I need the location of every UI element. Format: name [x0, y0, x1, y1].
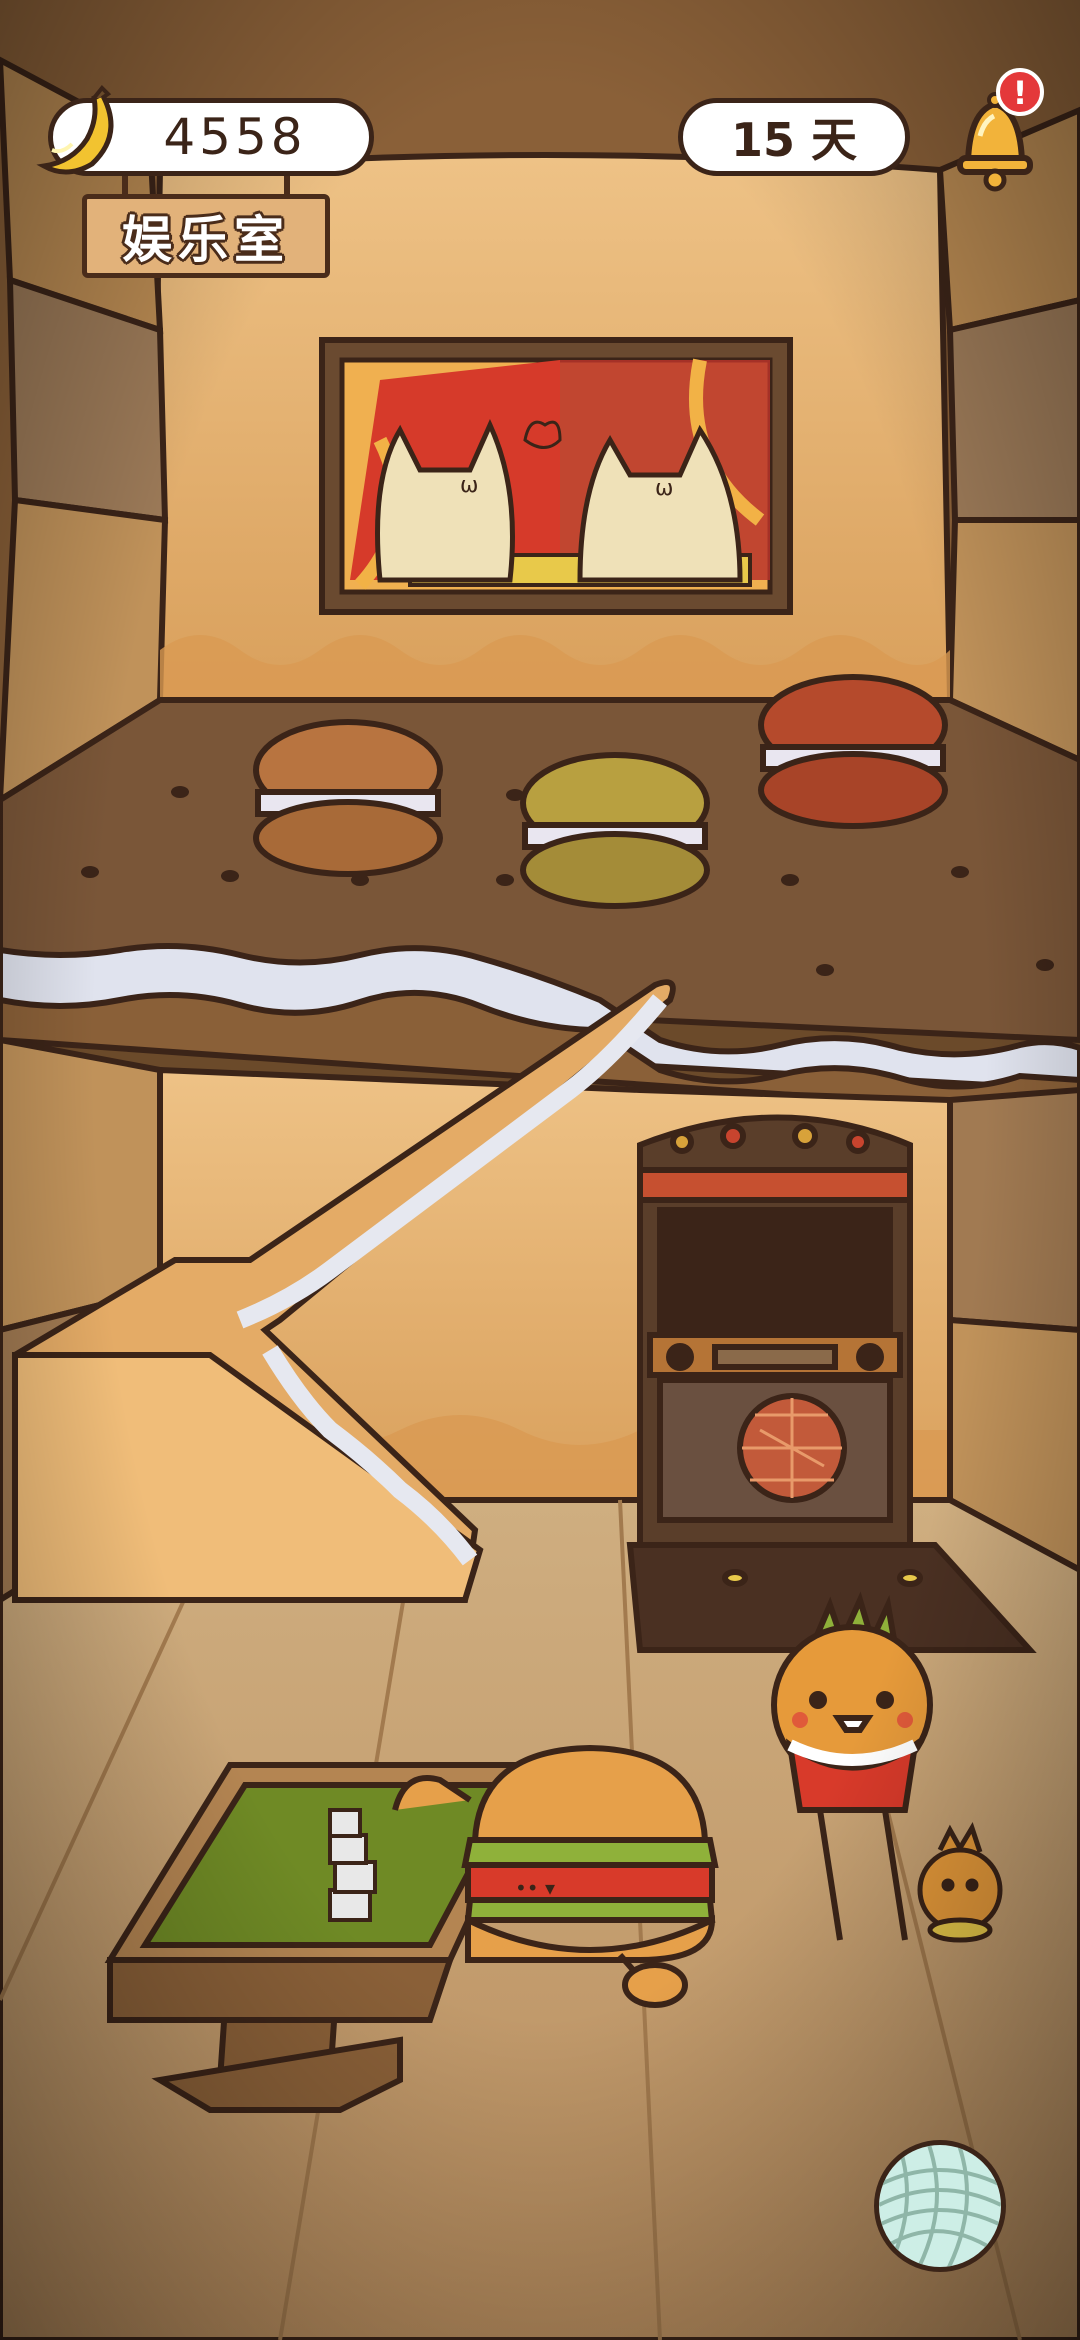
days-counter[interactable]: 15 天 — [678, 98, 910, 176]
macaron-olive[interactable] — [520, 752, 710, 909]
entertainment-room-scene: ω ω •• ▾ — [0, 0, 1080, 2340]
svg-text:ω: ω — [460, 473, 478, 498]
banana-count: 4558 — [163, 108, 307, 166]
game-screen: ω ω •• ▾ 4558 娱乐室 15 天 ! — [0, 0, 1080, 2340]
macaron-brown[interactable] — [253, 719, 443, 877]
svg-text:•• ▾: •• ▾ — [515, 1876, 555, 1900]
notification-bell-button[interactable]: ! — [940, 66, 1050, 196]
room-name-sign: 娱乐室 — [82, 176, 330, 278]
days-label: 15 天 — [730, 113, 858, 167]
notification-badge-mark: ! — [1013, 74, 1028, 112]
cat-painting[interactable]: ω ω — [319, 337, 793, 615]
macaron-red[interactable] — [758, 674, 948, 829]
bell-icon: ! — [957, 68, 1044, 192]
banana-icon — [36, 85, 114, 175]
right-stone-wall — [936, 106, 1080, 764]
svg-text:ω: ω — [655, 476, 673, 501]
room-name-label: 娱乐室 — [82, 194, 330, 278]
yarn-ball-menu-button[interactable] — [874, 2140, 1006, 2272]
yarn-ball-icon — [879, 2145, 1001, 2267]
